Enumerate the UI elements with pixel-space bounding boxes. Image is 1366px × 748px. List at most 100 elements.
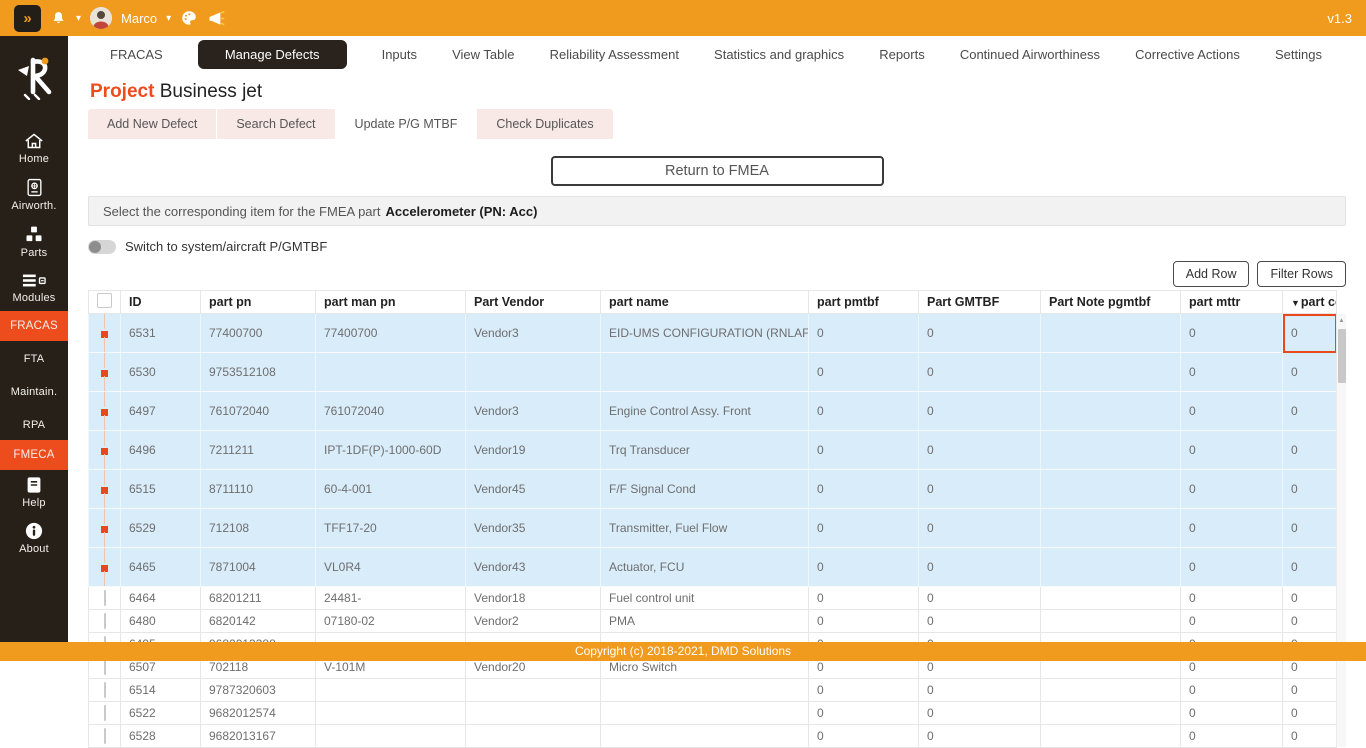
- cell-id[interactable]: 6529: [121, 509, 201, 548]
- cell-part_pn[interactable]: 9753512108: [201, 353, 316, 392]
- row-checkbox[interactable]: [104, 728, 106, 744]
- cell-part_pmtbf[interactable]: 0: [809, 431, 919, 470]
- cell-id[interactable]: 6497: [121, 392, 201, 431]
- cell-part_vendor[interactable]: [466, 725, 601, 748]
- cell-part_mttr[interactable]: 0: [1181, 610, 1283, 633]
- cell-part_pmtbf[interactable]: 0: [809, 610, 919, 633]
- cell-part_co[interactable]: 0: [1283, 548, 1337, 587]
- cell-id[interactable]: 6464: [121, 587, 201, 610]
- cell-part_vendor[interactable]: Vendor35: [466, 509, 601, 548]
- cell-part_vendor[interactable]: [466, 679, 601, 702]
- cell-part_note_pgmtbf[interactable]: [1041, 610, 1181, 633]
- subtab-search-defect[interactable]: Search Defect: [217, 109, 335, 139]
- cell-part_mttr[interactable]: 0: [1181, 431, 1283, 470]
- cell-part_name[interactable]: [601, 353, 809, 392]
- cell-part_co[interactable]: 0: [1283, 610, 1337, 633]
- cell-part_note_pgmtbf[interactable]: [1041, 470, 1181, 509]
- tab-settings[interactable]: Settings: [1275, 47, 1322, 62]
- row-checkbox[interactable]: [104, 590, 106, 606]
- cell-part_mttr[interactable]: 0: [1181, 702, 1283, 725]
- row-checkbox[interactable]: [104, 613, 106, 629]
- megaphone-icon[interactable]: [207, 10, 226, 27]
- sidebar-item-about[interactable]: About: [0, 516, 68, 562]
- cell-part_pn[interactable]: 712108: [201, 509, 316, 548]
- cell-part_co[interactable]: 0: [1283, 679, 1337, 702]
- cell-part_man_pn[interactable]: 60-4-001: [316, 470, 466, 509]
- sidebar-collapse-button[interactable]: »: [14, 5, 41, 32]
- cell-part_gmtbf[interactable]: 0: [919, 431, 1041, 470]
- user-caret-icon[interactable]: ▾: [166, 13, 171, 24]
- cell-part_man_pn[interactable]: [316, 702, 466, 725]
- cell-part_pn[interactable]: 8711110: [201, 470, 316, 509]
- cell-part_co[interactable]: 0: [1283, 725, 1337, 748]
- cell-part_mttr[interactable]: 0: [1181, 392, 1283, 431]
- cell-part_pmtbf[interactable]: 0: [809, 470, 919, 509]
- sidebar-item-fmeca[interactable]: FMECA: [0, 440, 68, 470]
- column-header-part_vendor[interactable]: Part Vendor: [466, 291, 601, 314]
- tab-continued-airworthiness[interactable]: Continued Airworthiness: [960, 47, 1100, 62]
- row-checkbox-cell[interactable]: [89, 353, 121, 392]
- cell-part_gmtbf[interactable]: 0: [919, 587, 1041, 610]
- cell-id[interactable]: 6531: [121, 314, 201, 353]
- user-name[interactable]: Marco: [121, 11, 157, 26]
- cell-part_gmtbf[interactable]: 0: [919, 725, 1041, 748]
- cell-part_gmtbf[interactable]: 0: [919, 509, 1041, 548]
- cell-part_mttr[interactable]: 0: [1181, 725, 1283, 748]
- cell-part_name[interactable]: Fuel control unit: [601, 587, 809, 610]
- row-checkbox[interactable]: [89, 548, 120, 587]
- subtab-add-new-defect[interactable]: Add New Defect: [88, 109, 217, 139]
- cell-part_note_pgmtbf[interactable]: [1041, 725, 1181, 748]
- cell-part_name[interactable]: [601, 702, 809, 725]
- row-checkbox-cell[interactable]: [89, 392, 121, 431]
- cell-part_pn[interactable]: 7211211: [201, 431, 316, 470]
- cell-part_vendor[interactable]: Vendor3: [466, 314, 601, 353]
- column-header-part_pn[interactable]: part pn: [201, 291, 316, 314]
- column-header-checkbox[interactable]: [89, 291, 121, 314]
- sidebar-item-rpa[interactable]: RPA: [0, 407, 68, 440]
- cell-part_pmtbf[interactable]: 0: [809, 548, 919, 587]
- row-checkbox-cell[interactable]: [89, 610, 121, 633]
- cell-part_co[interactable]: 0: [1283, 587, 1337, 610]
- cell-part_note_pgmtbf[interactable]: [1041, 392, 1181, 431]
- cell-part_vendor[interactable]: [466, 702, 601, 725]
- cell-part_name[interactable]: Transmitter, Fuel Flow: [601, 509, 809, 548]
- row-checkbox[interactable]: [104, 705, 106, 721]
- cell-id[interactable]: 6528: [121, 725, 201, 748]
- cell-part_vendor[interactable]: Vendor3: [466, 392, 601, 431]
- cell-part_vendor[interactable]: Vendor18: [466, 587, 601, 610]
- cell-part_pn[interactable]: 6820142: [201, 610, 316, 633]
- cell-part_pn[interactable]: 68201211: [201, 587, 316, 610]
- cell-part_gmtbf[interactable]: 0: [919, 314, 1041, 353]
- cell-part_man_pn[interactable]: 761072040: [316, 392, 466, 431]
- cell-part_gmtbf[interactable]: 0: [919, 610, 1041, 633]
- row-checkbox[interactable]: [89, 314, 120, 353]
- cell-part_gmtbf[interactable]: 0: [919, 353, 1041, 392]
- cell-part_vendor[interactable]: [466, 353, 601, 392]
- column-header-part_man_pn[interactable]: part man pn: [316, 291, 466, 314]
- cell-part_co[interactable]: 0: [1283, 314, 1337, 353]
- cell-part_name[interactable]: F/F Signal Cond: [601, 470, 809, 509]
- cell-part_name[interactable]: Trq Transducer: [601, 431, 809, 470]
- cell-part_note_pgmtbf[interactable]: [1041, 314, 1181, 353]
- cell-part_pn[interactable]: 761072040: [201, 392, 316, 431]
- tab-manage-defects[interactable]: Manage Defects: [198, 40, 347, 69]
- cell-id[interactable]: 6465: [121, 548, 201, 587]
- row-checkbox-cell[interactable]: [89, 548, 121, 587]
- cell-part_man_pn[interactable]: [316, 725, 466, 748]
- bell-icon[interactable]: [50, 10, 67, 27]
- cell-part_pmtbf[interactable]: 0: [809, 314, 919, 353]
- cell-part_gmtbf[interactable]: 0: [919, 679, 1041, 702]
- cell-part_note_pgmtbf[interactable]: [1041, 509, 1181, 548]
- cell-part_mttr[interactable]: 0: [1181, 548, 1283, 587]
- cell-part_gmtbf[interactable]: 0: [919, 548, 1041, 587]
- cell-part_gmtbf[interactable]: 0: [919, 702, 1041, 725]
- cell-part_gmtbf[interactable]: 0: [919, 392, 1041, 431]
- cell-part_pmtbf[interactable]: 0: [809, 509, 919, 548]
- sidebar-item-help[interactable]: Help: [0, 470, 68, 516]
- cell-part_note_pgmtbf[interactable]: [1041, 679, 1181, 702]
- cell-part_mttr[interactable]: 0: [1181, 470, 1283, 509]
- cell-part_name[interactable]: [601, 725, 809, 748]
- tab-statistics-and-graphics[interactable]: Statistics and graphics: [714, 47, 844, 62]
- tab-fracas[interactable]: FRACAS: [110, 47, 163, 62]
- cell-part_note_pgmtbf[interactable]: [1041, 431, 1181, 470]
